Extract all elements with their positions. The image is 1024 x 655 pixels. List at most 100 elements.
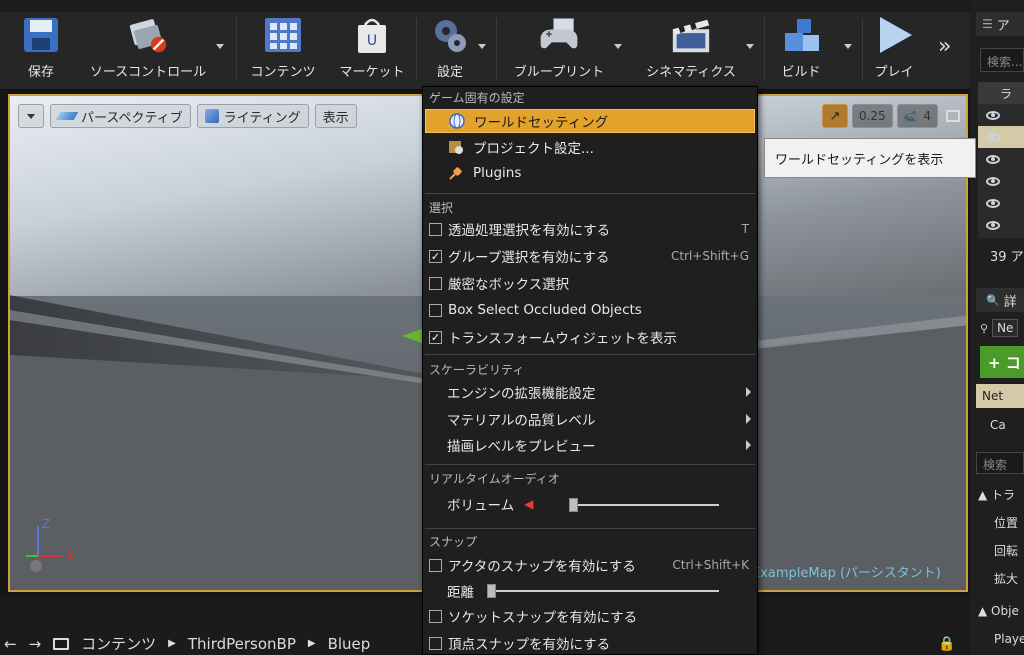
- build-cubes-icon: [779, 15, 823, 55]
- breadcrumb-item-blueprints[interactable]: Bluep: [328, 635, 371, 653]
- strict-box-checkbox[interactable]: [429, 276, 442, 290]
- menu-divider: [425, 464, 755, 465]
- location-label: 位置: [994, 516, 1019, 530]
- add-component-button[interactable]: + コ: [980, 346, 1024, 378]
- component-child-label[interactable]: Ca: [990, 418, 1006, 432]
- back-arrow-icon[interactable]: ←: [4, 635, 17, 653]
- double-chevron-right-icon[interactable]: »: [938, 34, 951, 59]
- settings-button[interactable]: 設定: [424, 14, 476, 84]
- build-dropdown-arrow[interactable]: [844, 44, 852, 49]
- visibility-eye-icon[interactable]: [986, 154, 1000, 164]
- object-section-header[interactable]: ▲ Obje: [978, 604, 1024, 618]
- content-button[interactable]: コンテンツ: [244, 14, 322, 84]
- breadcrumb-root[interactable]: コンテンツ: [81, 633, 156, 654]
- outliner-row[interactable]: [978, 192, 1024, 214]
- camera-speed-button[interactable]: 📹 4: [896, 104, 938, 128]
- volume-slider-knob[interactable]: [569, 498, 578, 512]
- menu-item-translucent-select[interactable]: 透過処理選択を有効にする T: [425, 217, 755, 241]
- object-name-field[interactable]: Ne: [992, 319, 1019, 337]
- outliner-row[interactable]: [978, 104, 1024, 126]
- menu-item-material-quality[interactable]: マテリアルの品質レベル: [425, 407, 755, 431]
- menu-item-box-select-occluded[interactable]: Box Select Occluded Objects: [425, 298, 755, 322]
- maximize-viewport-icon[interactable]: [946, 110, 960, 122]
- group-select-checkbox[interactable]: ✓: [429, 249, 442, 263]
- breadcrumb: ← → コンテンツ ▶ ThirdPersonBP ▶ Bluep: [0, 632, 370, 655]
- show-transform-label: トランスフォームウィジェットを表示: [448, 331, 677, 347]
- menu-item-show-transform-widget[interactable]: ✓ トランスフォームウィジェットを表示: [425, 325, 755, 349]
- outliner-row[interactable]: [978, 126, 1024, 148]
- details-tab[interactable]: 🔍 詳: [976, 288, 1024, 312]
- world-outliner-tab[interactable]: ☰ ア: [976, 12, 1024, 36]
- menu-item-project-settings[interactable]: プロジェクト設定...: [425, 135, 755, 159]
- marketplace-button[interactable]: U マーケット: [332, 14, 412, 84]
- distance-slider-knob[interactable]: [487, 584, 496, 598]
- viewport-options-button[interactable]: [18, 104, 44, 128]
- play-label: プレイ: [874, 65, 914, 80]
- blueprints-button[interactable]: ブループリント: [504, 14, 614, 84]
- visibility-eye-icon[interactable]: [986, 198, 1000, 208]
- menu-item-plugins[interactable]: Plugins: [425, 161, 755, 185]
- transform-gizmo-arrow[interactable]: [402, 328, 424, 344]
- toolbar-separator: [416, 18, 417, 80]
- transform-section-header[interactable]: ▲ トラ: [978, 486, 1024, 503]
- cinematics-button[interactable]: シネマティクス: [636, 14, 746, 84]
- details-search-input[interactable]: 検索: [976, 452, 1024, 474]
- lighting-cube-icon: [204, 109, 219, 123]
- visibility-eye-icon[interactable]: [986, 176, 1000, 186]
- component-root-row[interactable]: Net: [976, 384, 1024, 408]
- scale-snap-value[interactable]: 0.25: [851, 104, 893, 128]
- visibility-eye-icon[interactable]: [986, 132, 1000, 142]
- source-control-button[interactable]: ソースコントロール: [78, 14, 218, 84]
- show-transform-checkbox[interactable]: ✓: [429, 330, 442, 344]
- details-object-name[interactable]: ⚲ Ne: [980, 318, 1024, 338]
- build-button[interactable]: ビルド: [772, 14, 830, 84]
- submenu-arrow-icon: [746, 440, 751, 450]
- perspective-button[interactable]: パースペクティブ: [50, 104, 191, 128]
- forward-arrow-icon[interactable]: →: [29, 635, 42, 653]
- menu-item-world-settings[interactable]: ワールドセッティング: [425, 109, 755, 133]
- source-control-icon: [126, 15, 170, 55]
- save-button[interactable]: 保存: [14, 14, 68, 84]
- outliner-search-input[interactable]: 検索...: [980, 48, 1024, 72]
- outliner-row[interactable]: [978, 170, 1024, 192]
- scale-snap-toggle[interactable]: ↗: [821, 104, 848, 128]
- menu-item-preview-rendering[interactable]: 描画レベルをプレビュー: [425, 433, 755, 457]
- blueprints-label: ブループリント: [513, 65, 605, 80]
- submenu-arrow-icon: [746, 414, 751, 424]
- translucent-select-checkbox[interactable]: [429, 222, 442, 236]
- cinematics-dropdown-arrow[interactable]: [746, 44, 754, 49]
- actor-snap-shortcut: Ctrl+Shift+K: [672, 558, 749, 572]
- menu-section-select: 選択: [429, 201, 454, 215]
- visibility-eye-icon[interactable]: [986, 220, 1000, 230]
- scale-arrow-icon: ↗: [829, 108, 841, 124]
- speaker-mute-icon[interactable]: ◀: [524, 497, 533, 511]
- menu-item-socket-snap[interactable]: ソケットスナップを有効にする: [425, 604, 755, 628]
- strict-box-label: 厳密なボックス選択: [448, 277, 570, 293]
- add-component-label: + コ: [988, 353, 1021, 372]
- menu-item-group-select[interactable]: ✓ グループ選択を有効にする Ctrl+Shift+G: [425, 244, 755, 268]
- lighting-button[interactable]: ライティング: [196, 104, 309, 128]
- actor-snap-checkbox[interactable]: [429, 558, 442, 572]
- distance-slider-track[interactable]: [487, 590, 719, 592]
- source-control-dropdown-arrow[interactable]: [216, 44, 224, 49]
- play-button[interactable]: プレイ: [866, 14, 922, 84]
- blueprints-dropdown-arrow[interactable]: [614, 44, 622, 49]
- breadcrumb-item-thirdpersonbp[interactable]: ThirdPersonBP: [188, 635, 296, 653]
- visibility-eye-icon[interactable]: [986, 110, 1000, 120]
- menu-item-strict-box[interactable]: 厳密なボックス選択: [425, 271, 755, 295]
- lock-icon[interactable]: 🔒: [938, 636, 955, 652]
- outliner-search-placeholder: 検索...: [987, 55, 1023, 69]
- volume-slider-track[interactable]: [569, 504, 719, 506]
- box-select-occluded-checkbox[interactable]: [429, 303, 442, 317]
- menu-item-vertex-snap[interactable]: 頂点スナップを有効にする: [425, 631, 755, 655]
- outliner-row[interactable]: [978, 214, 1024, 236]
- menu-item-engine-scalability[interactable]: エンジンの拡張機能設定: [425, 380, 755, 404]
- socket-snap-checkbox[interactable]: [429, 609, 442, 623]
- save-label: 保存: [27, 65, 54, 80]
- vertex-snap-checkbox[interactable]: [429, 636, 442, 650]
- settings-dropdown-arrow[interactable]: [478, 44, 486, 49]
- outliner-row[interactable]: [978, 148, 1024, 170]
- menu-item-actor-snap[interactable]: アクタのスナップを有効にする Ctrl+Shift+K: [425, 553, 755, 577]
- show-button[interactable]: 表示: [314, 104, 357, 128]
- world-settings-label: ワールドセッティング: [474, 115, 609, 131]
